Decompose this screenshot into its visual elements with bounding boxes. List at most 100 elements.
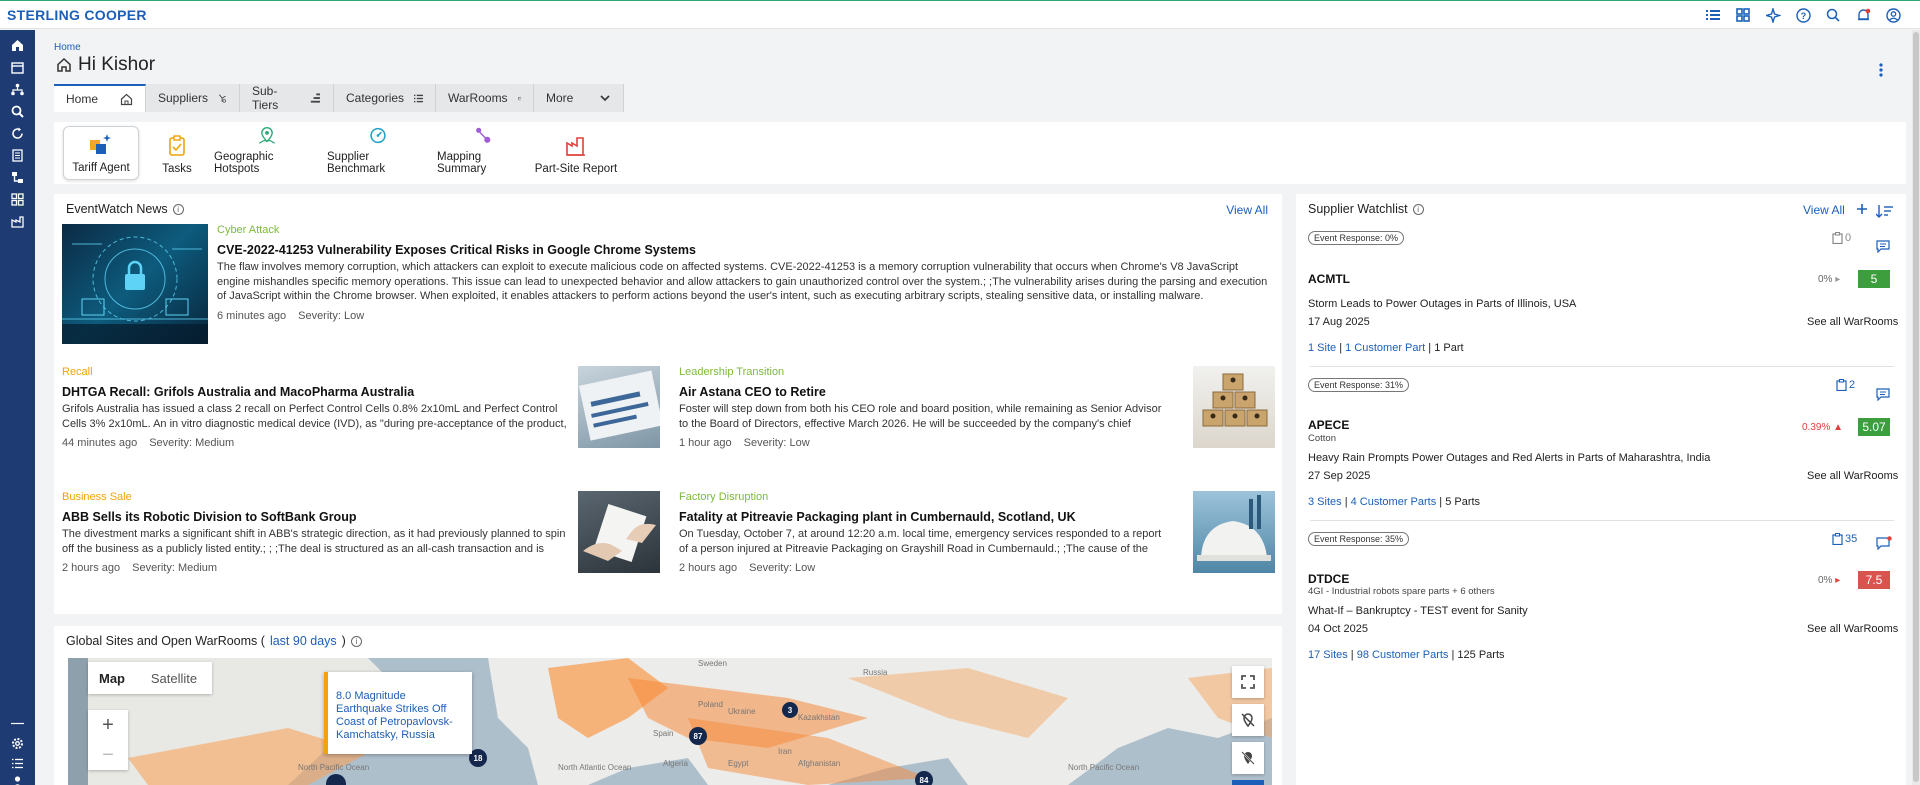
- news-title: EventWatch News i: [66, 202, 184, 216]
- report-icon[interactable]: [10, 148, 25, 163]
- map-label-sweden: Sweden: [698, 659, 727, 668]
- news-headline[interactable]: CVE-2022-41253 Vulnerability Exposes Cri…: [217, 243, 696, 257]
- search-icon[interactable]: [10, 104, 25, 119]
- parts-count: 125 Parts: [1457, 649, 1505, 661]
- network-icon[interactable]: [10, 82, 25, 97]
- event-popup-text[interactable]: 8.0 Magnitude Earthquake Strikes Off Coa…: [336, 690, 453, 741]
- supplier-parts-summary: 3 Sites | 4 Customer Parts | 5 Parts: [1308, 496, 1481, 508]
- tariff-agent-icon: [90, 134, 111, 154]
- watchlist-view-all-link[interactable]: View All: [1803, 203, 1845, 217]
- tab-categories[interactable]: Categories: [334, 84, 436, 112]
- supplier-benchmark-button[interactable]: Supplier Benchmark: [327, 126, 429, 180]
- customer-parts-link[interactable]: 98 Customer Parts: [1357, 649, 1449, 661]
- geographic-hotspots-button[interactable]: Geographic Hotspots: [214, 126, 320, 180]
- triangle-up-icon: ▲: [1833, 422, 1844, 433]
- sites-link[interactable]: 17 Sites: [1308, 649, 1348, 661]
- sites-link[interactable]: 3 Sites: [1308, 496, 1342, 508]
- mapping-summary-button[interactable]: Mapping Summary: [437, 126, 529, 180]
- news-image[interactable]: [1193, 491, 1275, 573]
- more-options-icon[interactable]: [1878, 62, 1884, 78]
- info-icon[interactable]: i: [350, 635, 362, 647]
- add-icon[interactable]: [1856, 203, 1868, 215]
- supplier-name[interactable]: DTDCE: [1308, 572, 1349, 586]
- hierarchy-icon[interactable]: [10, 170, 25, 185]
- comment-icon[interactable]: [1876, 388, 1890, 401]
- breadcrumb[interactable]: Home: [54, 42, 81, 53]
- event-title[interactable]: Heavy Rain Prompts Power Outages and Red…: [1308, 452, 1710, 464]
- map-tab[interactable]: Map: [88, 662, 136, 694]
- zoom-out-button[interactable]: −: [88, 740, 128, 770]
- grid-view-icon[interactable]: [1734, 6, 1752, 24]
- see-all-warrooms-link[interactable]: See all WarRooms: [1807, 316, 1898, 328]
- event-title[interactable]: Storm Leads to Power Outages in Parts of…: [1308, 298, 1576, 310]
- info-icon[interactable]: i: [172, 203, 184, 215]
- sort-icon[interactable]: [1876, 204, 1894, 218]
- page-scrollbar[interactable]: [1912, 30, 1920, 785]
- last-90-days-link[interactable]: last 90 days: [270, 634, 337, 648]
- sites-title-suffix: ): [341, 634, 346, 648]
- map-filter-button[interactable]: [1232, 704, 1264, 736]
- calendar-icon[interactable]: [10, 60, 25, 75]
- news-headline[interactable]: Fatality at Pitreavie Packaging plant in…: [679, 510, 1076, 524]
- part-site-report-button[interactable]: Part-Site Report: [534, 126, 618, 180]
- checklist-icon[interactable]: [10, 756, 25, 771]
- zoom-in-button[interactable]: +: [88, 710, 128, 740]
- help-icon[interactable]: ?: [1794, 6, 1812, 24]
- news-headline[interactable]: ABB Sells its Robotic Division to SoftBa…: [62, 510, 356, 524]
- tab-suppliers[interactable]: Suppliers: [146, 84, 240, 112]
- event-response-badge: Event Response: 35%: [1308, 532, 1410, 546]
- event-date: 04 Oct 2025: [1308, 623, 1368, 635]
- event-title[interactable]: What-If – Bankruptcy - TEST event for Sa…: [1308, 605, 1528, 617]
- customer-parts-link[interactable]: 1 Customer Part: [1345, 342, 1425, 354]
- tab-home[interactable]: Home: [54, 84, 146, 112]
- refresh-icon[interactable]: [10, 126, 25, 141]
- task-count[interactable]: 35: [1832, 533, 1857, 545]
- factory-report-icon: [566, 137, 585, 156]
- tab-sub-tiers[interactable]: Sub-Tiers: [240, 84, 334, 112]
- customer-parts-link[interactable]: 4 Customer Parts: [1351, 496, 1437, 508]
- tasks-button[interactable]: Tasks: [152, 126, 202, 180]
- news-image[interactable]: [1193, 366, 1275, 448]
- ai-sparkle-icon[interactable]: [1764, 6, 1782, 24]
- world-map[interactable]: Sweden Russia Poland Ukraine Kazakhstan …: [68, 658, 1272, 785]
- tab-more[interactable]: More: [534, 84, 624, 112]
- tab-label: More: [546, 91, 574, 105]
- satellite-tab[interactable]: Satellite: [136, 662, 212, 694]
- see-all-warrooms-link[interactable]: See all WarRooms: [1807, 470, 1898, 482]
- event-response-badge: Event Response: 0%: [1308, 231, 1405, 245]
- news-category: Business Sale: [62, 491, 132, 503]
- map-layer-button[interactable]: [1232, 780, 1264, 785]
- supplier-name[interactable]: APECE: [1308, 418, 1349, 432]
- tab-warrooms[interactable]: WarRooms: [436, 84, 534, 112]
- apps-icon[interactable]: [10, 192, 25, 207]
- factory-icon[interactable]: [10, 214, 25, 229]
- comment-alert-icon[interactable]: [1876, 536, 1892, 550]
- sites-link[interactable]: 1 Site: [1308, 342, 1336, 354]
- map-pin-toggle-button[interactable]: [1232, 742, 1264, 774]
- news-headline[interactable]: Air Astana CEO to Retire: [679, 385, 826, 399]
- tariff-agent-button[interactable]: Tariff Agent: [63, 126, 139, 180]
- user-icon[interactable]: [10, 774, 25, 785]
- brand-logo[interactable]: STERLING COOPER: [7, 7, 147, 23]
- scrollbar-thumb[interactable]: [1913, 32, 1919, 782]
- list-view-icon[interactable]: [1704, 6, 1722, 24]
- news-headline[interactable]: DHTGA Recall: Grifols Australia and Maco…: [62, 385, 414, 399]
- news-image[interactable]: [578, 491, 660, 573]
- info-icon[interactable]: i: [1412, 203, 1424, 215]
- featured-news-image[interactable]: [62, 224, 208, 344]
- supplier-name[interactable]: ACMTL: [1308, 272, 1350, 286]
- user-account-icon[interactable]: [1884, 6, 1902, 24]
- news-image[interactable]: [578, 366, 660, 448]
- task-count[interactable]: 0: [1832, 232, 1851, 244]
- fullscreen-button[interactable]: [1232, 666, 1264, 698]
- home-icon[interactable]: [10, 38, 25, 53]
- search-icon[interactable]: [1824, 6, 1842, 24]
- notifications-icon[interactable]: [1854, 6, 1872, 24]
- event-popup[interactable]: 8.0 Magnitude Earthquake Strikes Off Coa…: [324, 672, 472, 754]
- news-view-all-link[interactable]: View All: [1226, 203, 1268, 217]
- news-summary: Foster will step down from both his CEO …: [679, 403, 1162, 430]
- see-all-warrooms-link[interactable]: See all WarRooms: [1807, 623, 1898, 635]
- settings-icon[interactable]: [10, 736, 25, 751]
- task-count[interactable]: 2: [1836, 379, 1855, 391]
- comment-icon[interactable]: [1876, 240, 1890, 253]
